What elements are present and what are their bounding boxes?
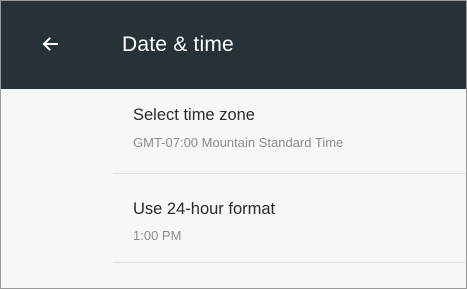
use-24-hour-format-item[interactable]: Use 24-hour format 1:00 PM (1, 174, 466, 262)
setting-title: Select time zone (133, 106, 255, 124)
setting-summary: GMT-07:00 Mountain Standard Time (133, 135, 344, 150)
setting-title: Use 24-hour format (133, 200, 276, 218)
divider (113, 262, 466, 263)
arrow-back-icon (42, 37, 58, 51)
back-button[interactable] (35, 29, 65, 59)
setting-summary: 1:00 PM (133, 228, 182, 243)
settings-list: Select time zone GMT-07:00 Mountain Stan… (1, 89, 466, 288)
app-bar: Date & time (1, 1, 466, 89)
select-time-zone-item[interactable]: Select time zone GMT-07:00 Mountain Stan… (1, 89, 466, 173)
page-title: Date & time (122, 33, 234, 56)
settings-screen: Date & time Select time zone GMT-07:00 M… (0, 0, 467, 289)
